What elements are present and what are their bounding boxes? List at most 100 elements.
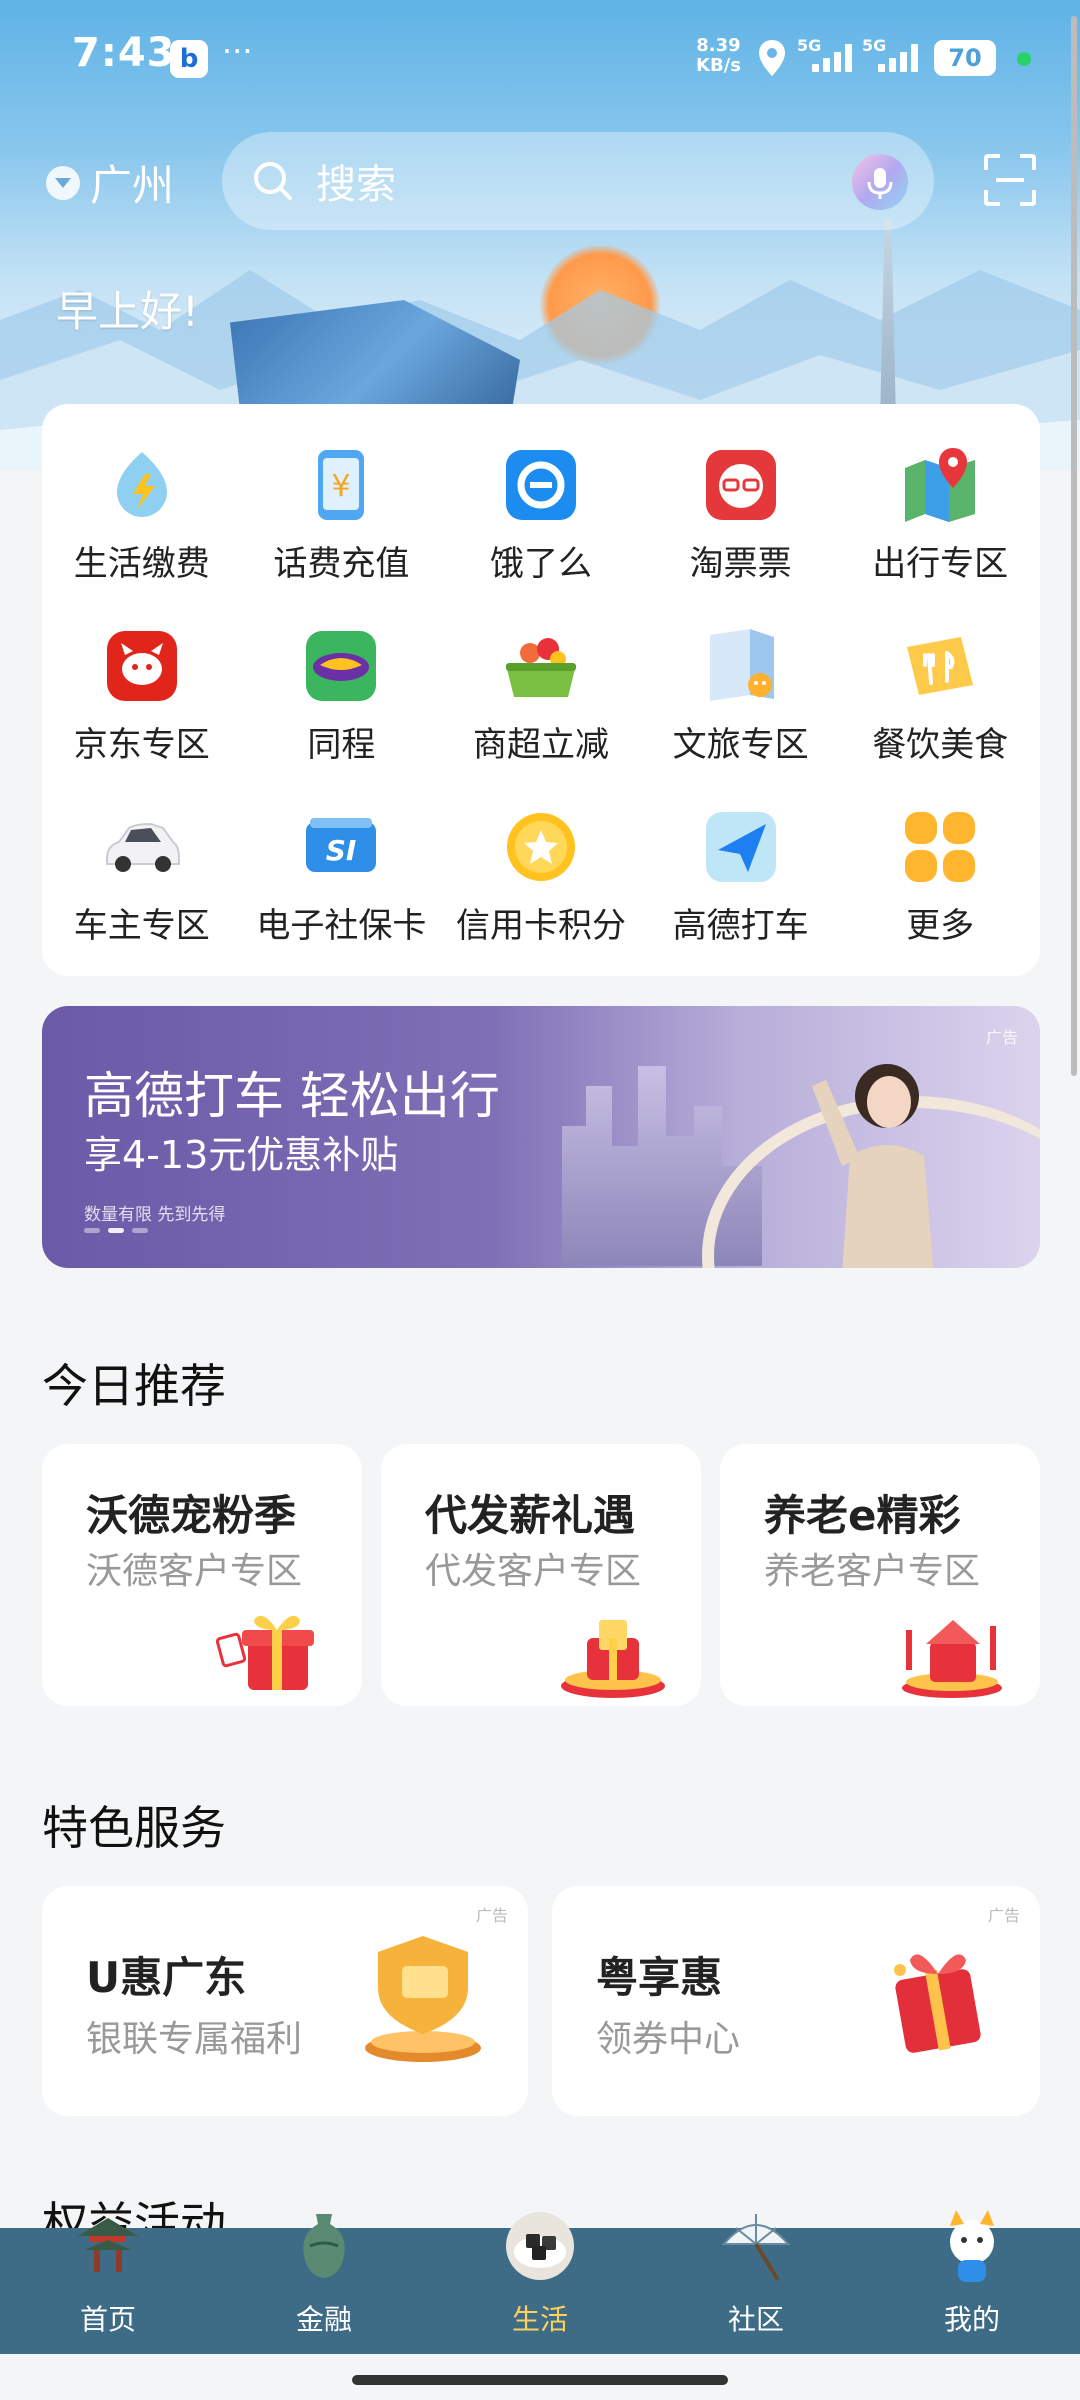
banner-note: 数量有限 先到先得 [84, 1205, 226, 1225]
recommend-card-pension[interactable]: 养老e精彩 养老客户专区 [720, 1444, 1040, 1706]
featured-title: U惠广东 [86, 1953, 247, 2002]
service-label: 话费充值 [273, 544, 410, 584]
pavilion-icon [68, 2206, 148, 2286]
recommend-title: 养老e精彩 [764, 1491, 961, 1540]
featured-card-uhui[interactable]: 广告 U惠广东 银联专属福利 [42, 1886, 528, 2116]
featured-subtitle: 领券中心 [596, 2019, 741, 2060]
section-title-featured: 特色服务 [42, 1801, 226, 1855]
home-indicator[interactable] [352, 2375, 728, 2385]
promo-banner[interactable]: 高德打车 轻松出行 享4-13元优惠补贴 数量有限 先到先得 广告 [42, 1006, 1040, 1268]
credit-points-icon [500, 806, 582, 888]
bottom-tab-bar: 首页 金融 生活 社区 我的 [0, 2210, 1080, 2354]
service-item[interactable]: 京东专区 [42, 625, 242, 766]
gift-podium-icon [561, 1620, 665, 1698]
privacy-indicator-dot [1017, 52, 1031, 66]
voice-search-icon[interactable] [852, 154, 908, 210]
taopiaopiao-icon [700, 444, 782, 526]
tab-label: 金融 [295, 2303, 352, 2336]
greeting-text: 早上好! [56, 287, 199, 336]
mascot-icon [932, 2206, 1012, 2286]
featured-subtitle: 银联专属福利 [86, 2019, 303, 2060]
service-item[interactable]: 高德打车 [641, 806, 841, 947]
service-label: 车主专区 [73, 906, 210, 946]
more-notifications-icon: ··· [222, 32, 253, 70]
culture-travel-icon [700, 625, 782, 707]
tab-label: 社区 [727, 2303, 784, 2336]
woman-waving-illustration [812, 1064, 934, 1268]
service-label: 更多 [906, 906, 975, 946]
banner-subtitle: 享4-13元优惠补贴 [84, 1133, 399, 1177]
red-gift-icon [894, 1954, 981, 2053]
tab-vase[interactable]: 金融 [254, 2214, 394, 2354]
service-item[interactable]: 出行专区 [840, 444, 1040, 585]
service-item[interactable]: 车主专区 [42, 806, 242, 947]
recommend-title: 沃德宠粉季 [86, 1491, 297, 1540]
supermarket-basket-icon [500, 625, 582, 707]
city-selector[interactable]: 广州 [46, 152, 174, 213]
signal-2-icon [878, 44, 918, 72]
recommend-card-wode[interactable]: 沃德宠粉季 沃德客户专区 [42, 1444, 362, 1706]
ad-label: 广告 [987, 1906, 1020, 1925]
car-icon [101, 806, 183, 888]
vase-icon [284, 2206, 364, 2286]
service-item[interactable]: ¥ 话费充值 [242, 444, 442, 585]
recommend-subtitle: 沃德客户专区 [86, 1551, 303, 1592]
umbrella-icon [716, 2206, 796, 2286]
service-item[interactable]: 餐饮美食 [840, 625, 1040, 766]
svg-text:¥: ¥ [332, 469, 351, 504]
city-name: 广州 [90, 161, 175, 210]
search-placeholder: 搜索 [316, 162, 396, 208]
service-item[interactable]: 淘票票 [641, 444, 841, 585]
service-label: 饿了么 [489, 544, 592, 584]
service-item[interactable]: 饿了么 [441, 444, 641, 585]
amap-taxi-icon [700, 806, 782, 888]
gift-house-icon [902, 1620, 1002, 1698]
baidu-notification-icon: b [170, 40, 208, 78]
recommend-subtitle: 代发客户专区 [425, 1551, 642, 1592]
tongcheng-icon [300, 625, 382, 707]
featured-card-yuexianghui[interactable]: 广告 粤享惠 领券中心 [552, 1886, 1040, 2116]
services-card: 生活缴费 ¥ 话费充值 饿了么 淘票票 出行专区京东专区 同程 商超立减 文旅专区 餐饮美食车主专… [42, 404, 1040, 976]
recommend-subtitle: 养老客户专区 [764, 1551, 981, 1592]
utility-bill-icon [101, 444, 183, 526]
service-item[interactable]: 文旅专区 [641, 625, 841, 766]
service-item[interactable]: SI 电子社保卡 [242, 806, 442, 947]
service-item[interactable]: 信用卡积分 [441, 806, 641, 947]
section-title-recommend: 今日推荐 [42, 1359, 226, 1413]
service-item[interactable]: 商超立减 [441, 625, 641, 766]
scroll-indicator [1071, 16, 1077, 1076]
food-bowl-icon [500, 2206, 580, 2286]
battery-indicator: 70 [934, 40, 996, 76]
signal-1-icon [812, 44, 852, 72]
service-label: 文旅专区 [672, 725, 809, 765]
tab-mascot[interactable]: 我的 [902, 2210, 1042, 2354]
dining-icon [899, 625, 981, 707]
service-label: 信用卡积分 [455, 906, 626, 946]
service-item[interactable]: 更多 [840, 806, 1040, 947]
service-item[interactable]: 生活缴费 [42, 444, 242, 585]
travel-map-icon [899, 444, 981, 526]
tab-umbrella[interactable]: 社区 [686, 2214, 826, 2354]
status-time: 7:43 [72, 30, 176, 76]
service-label: 高德打车 [672, 906, 809, 946]
network-speed: 8.39 KB/s [696, 35, 741, 76]
services-grid: 生活缴费 ¥ 话费充值 饿了么 淘票票 出行专区京东专区 同程 商超立减 文旅专区 餐饮美食车主专… [42, 444, 1040, 947]
more-grid-icon [899, 806, 981, 888]
service-label: 生活缴费 [73, 544, 210, 584]
recommend-title: 代发薪礼遇 [425, 1491, 636, 1540]
search-icon [254, 162, 292, 200]
svg-text:SI: SI [326, 834, 357, 867]
tab-pavilion[interactable]: 首页 [38, 2218, 178, 2354]
gift-box-icon [215, 1615, 314, 1690]
tab-food-bowl[interactable]: 生活 [470, 2212, 610, 2354]
chevron-down-icon [46, 165, 80, 200]
eleme-icon [500, 444, 582, 526]
location-icon [759, 40, 785, 76]
scan-icon[interactable] [984, 154, 1036, 206]
service-label: 淘票票 [689, 544, 792, 584]
recommend-card-payroll[interactable]: 代发薪礼遇 代发客户专区 [381, 1444, 701, 1706]
search-bar[interactable]: 搜索 [222, 132, 934, 230]
featured-title: 粤享惠 [596, 1953, 723, 2002]
service-label: 电子社保卡 [256, 906, 427, 946]
service-item[interactable]: 同程 [242, 625, 442, 766]
